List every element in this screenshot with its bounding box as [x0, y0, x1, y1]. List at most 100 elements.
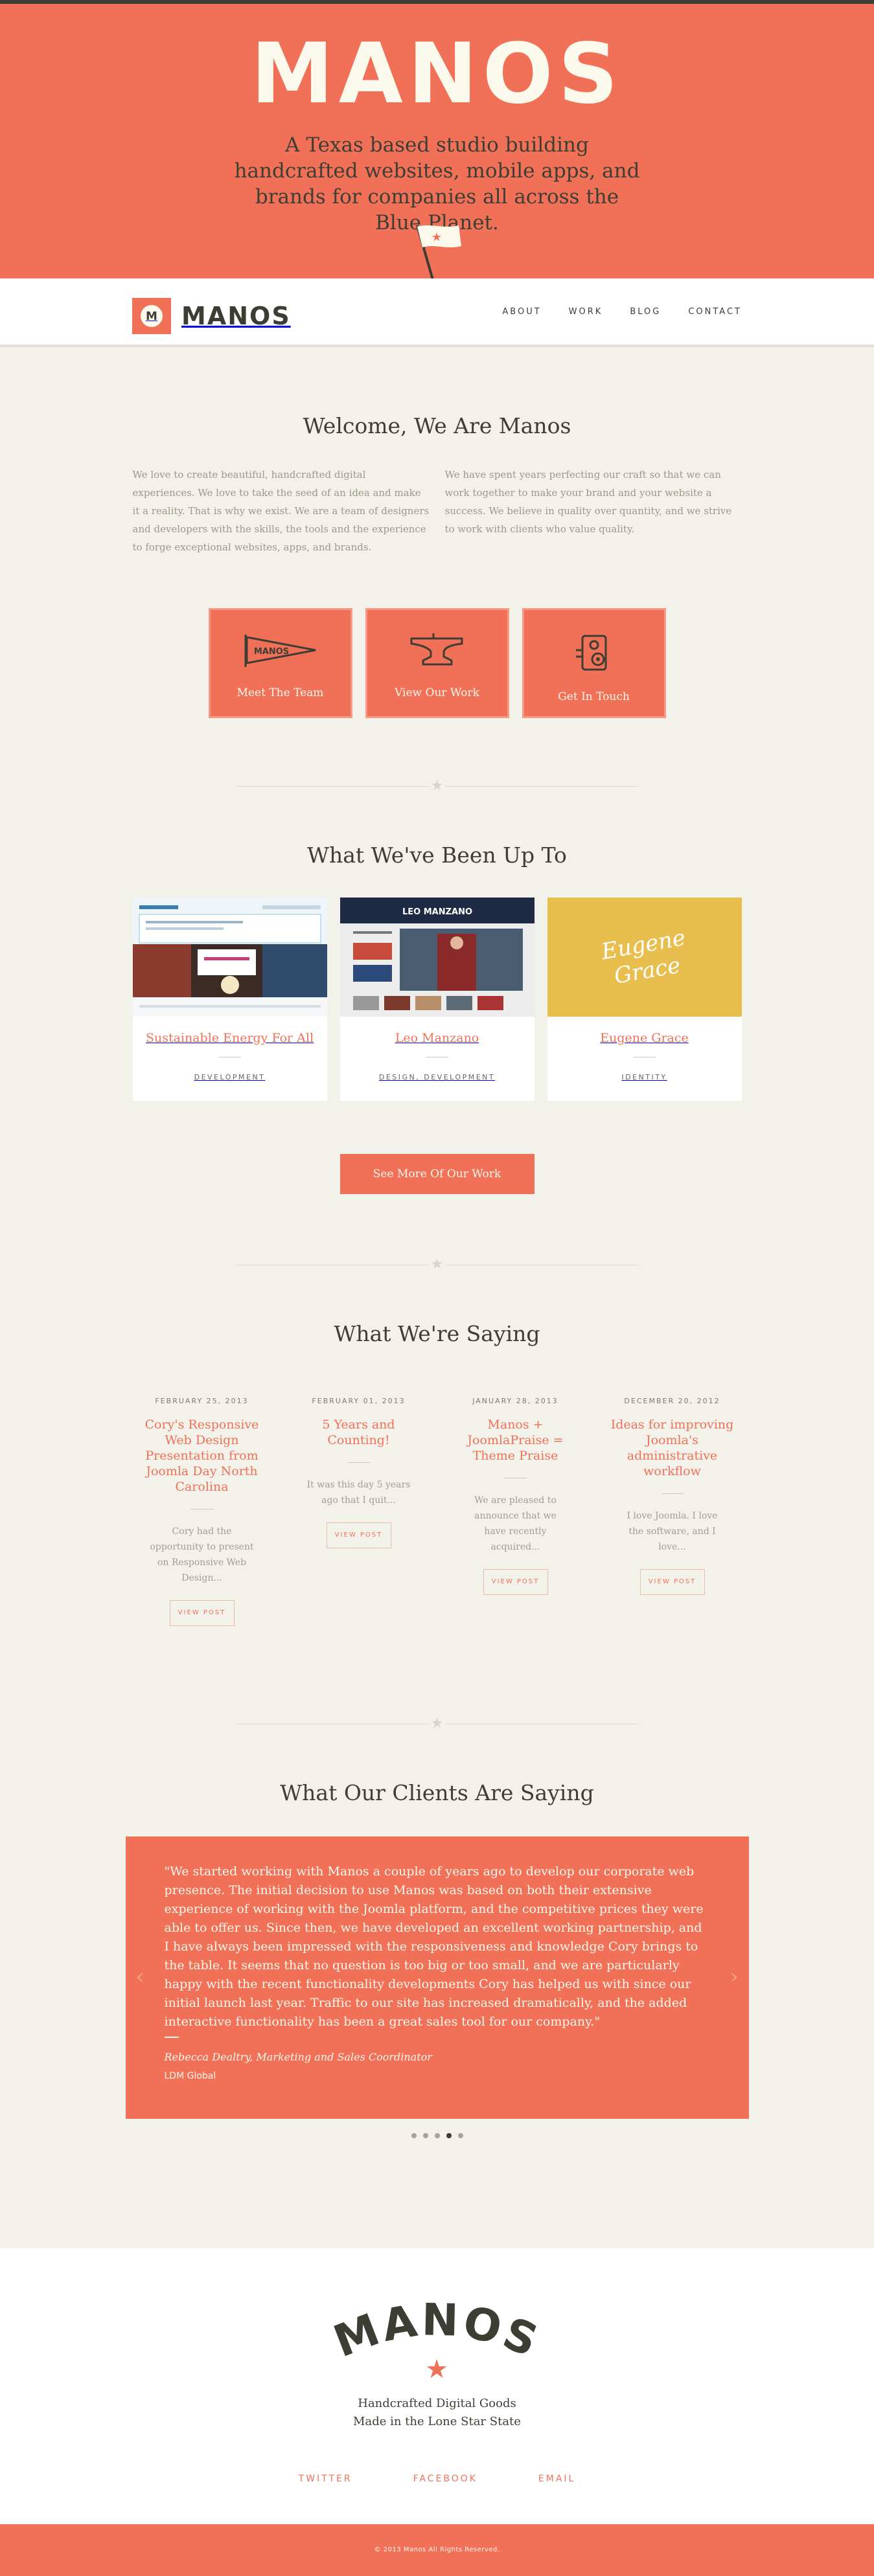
cta-label: View Our Work [395, 686, 479, 699]
star-icon: ★ [425, 2355, 448, 2382]
see-more-work-button[interactable]: See More Of Our Work [339, 1154, 535, 1194]
brand-name: MANOS [181, 302, 291, 330]
work-cards: Sustainable Energy For All DEVELOPMENT L… [0, 898, 874, 1101]
arrow-right-icon[interactable]: › [730, 1966, 739, 1987]
blog-post: FEBRUARY 25, 2013 Cory's Responsive Web … [130, 1397, 274, 1626]
testimonials-title: What Our Clients Are Saying [280, 1780, 594, 1805]
work-card-leo-manzano[interactable]: LEO MANZANO Leo Manzano DESIGN, DEVELOPM… [339, 898, 535, 1101]
testimonials-section: What Our Clients Are Saying ‹ › "We star… [0, 1780, 874, 2138]
divider [347, 1462, 370, 1463]
slider-dot-active[interactable] [446, 2133, 452, 2138]
divider [164, 2037, 179, 2038]
sustainable-energy-thumbnail-icon [132, 898, 327, 1017]
work-card-eugene-grace[interactable]: Eugene Grace Eugene Grace IDENTITY [547, 898, 742, 1101]
work-section: What We've Been Up To Sustainable Energy… [0, 842, 874, 1194]
svg-text:MANOS: MANOS [253, 647, 288, 657]
post-title-link[interactable]: Manos + JoomlaPraise = Theme Praise [444, 1417, 588, 1463]
nav-links: ABOUT WORK BLOG CONTACT [502, 307, 742, 317]
work-card-title: Eugene Grace [600, 1031, 689, 1045]
hero-logo: MANOS [251, 26, 623, 122]
copyright-text: © 2013 Manos All Rights Reserved. [374, 2546, 500, 2553]
welcome-section: Welcome, We Are Manos We love to create … [0, 347, 874, 718]
nav-link-contact[interactable]: CONTACT [688, 307, 742, 317]
svg-text:LEO MANZANO: LEO MANZANO [402, 907, 472, 917]
work-thumbnail: LEO MANZANO [339, 898, 535, 1017]
hero-tagline: A Texas based studio building handcrafte… [234, 133, 640, 234]
slider-dot[interactable] [434, 2133, 440, 2138]
view-work-button[interactable]: View Our Work [365, 608, 509, 718]
work-card-title: Sustainable Energy For All [145, 1031, 314, 1045]
testimonial-company: LDM Global [164, 2071, 216, 2081]
nav-brand-link[interactable]: M MANOS [132, 298, 291, 334]
star-icon: ★ [429, 778, 445, 794]
cta-row: MANOS Meet The Team View Our Work Get In… [0, 608, 874, 718]
copyright-bar: © 2013 Manos All Rights Reserved. [0, 2524, 874, 2576]
brand-mark-letter: M [141, 305, 163, 327]
post-title-link[interactable]: Cory's Responsive Web Design Presentatio… [130, 1417, 274, 1495]
divider [661, 1493, 684, 1494]
brand-mark-icon: M [132, 298, 171, 334]
intro-columns: We love to create beautiful, handcrafted… [133, 466, 742, 556]
get-in-touch-button[interactable]: Get In Touch [522, 608, 666, 718]
footer-tagline-line: Handcrafted Digital Goods [358, 2397, 516, 2410]
blog-post: JANUARY 28, 2013 Manos + JoomlaPraise = … [444, 1397, 588, 1626]
footer-tagline: Handcrafted Digital Goods Made in the Lo… [0, 2395, 874, 2431]
slider-dot[interactable] [457, 2133, 463, 2138]
pennant-icon: MANOS [244, 635, 316, 667]
star-icon: ★ [429, 1716, 445, 1732]
work-card-tags: DEVELOPMENT [194, 1073, 266, 1081]
view-post-button[interactable]: VIEW POST [326, 1522, 391, 1548]
post-excerpt: I love Joomla. I love the software, and … [627, 1511, 718, 1552]
slider-dot[interactable] [411, 2133, 417, 2138]
nav-link-about[interactable]: ABOUT [502, 307, 541, 317]
view-post-button[interactable]: VIEW POST [169, 1600, 235, 1626]
nav-link-blog[interactable]: BLOG [630, 307, 661, 317]
blog-posts: FEBRUARY 25, 2013 Cory's Responsive Web … [0, 1397, 874, 1626]
post-title-link[interactable]: 5 Years and Counting! [287, 1417, 431, 1448]
testimonial-slider: ‹ › "We started working with Manos a cou… [125, 1836, 749, 2119]
anvil-icon [410, 633, 463, 666]
footer: MANOS ★ Handcrafted Digital Goods Made i… [0, 2248, 874, 2524]
svg-text:★: ★ [431, 231, 442, 244]
post-title-link[interactable]: Ideas for improving Joomla's administrat… [601, 1417, 744, 1479]
footer-links: TWITTER FACEBOOK EMAIL [0, 2474, 874, 2484]
post-excerpt: It was this day 5 years ago that I quit.… [306, 1480, 411, 1506]
view-post-button[interactable]: VIEW POST [483, 1569, 548, 1595]
main-nav: M MANOS ABOUT WORK BLOG CONTACT [0, 278, 874, 347]
cta-label: Get In Touch [558, 690, 630, 703]
work-thumbnail [132, 898, 327, 1017]
camera-phone-icon [575, 635, 606, 671]
meet-team-button[interactable]: MANOS Meet The Team [208, 608, 352, 718]
work-card-tags: IDENTITY [621, 1073, 667, 1081]
welcome-title: Welcome, We Are Manos [303, 413, 571, 438]
post-date: DECEMBER 20, 2012 [624, 1397, 720, 1405]
view-post-button[interactable]: VIEW POST [639, 1569, 705, 1595]
star-divider: ★ [236, 1255, 638, 1274]
blog-post: DECEMBER 20, 2012 Ideas for improving Jo… [601, 1397, 744, 1626]
blog-section: What We're Saying FEBRUARY 25, 2013 Cory… [0, 1321, 874, 1626]
work-card-tags: DESIGN, DEVELOPMENT [378, 1073, 496, 1081]
texas-flag-icon: ★ [416, 225, 461, 280]
work-title: What We've Been Up To [307, 842, 567, 868]
slider-dots [0, 2133, 874, 2138]
slider-dot[interactable] [422, 2133, 428, 2138]
footer-logo: MANOS ★ [328, 2298, 544, 2382]
twitter-link[interactable]: TWITTER [299, 2474, 352, 2484]
intro-paragraph: We have spent years perfecting our craft… [444, 469, 732, 535]
facebook-link[interactable]: FACEBOOK [413, 2474, 477, 2484]
work-card-title: Leo Manzano [395, 1031, 479, 1045]
work-thumbnail: Eugene Grace [547, 898, 742, 1017]
nav-link-work[interactable]: WORK [569, 307, 603, 317]
arrow-left-icon[interactable]: ‹ [136, 1966, 144, 1987]
post-excerpt: Cory had the opportunity to present on R… [150, 1526, 254, 1583]
post-date: FEBRUARY 01, 2013 [312, 1397, 406, 1405]
blog-title: What We're Saying [334, 1321, 540, 1346]
star-divider: ★ [236, 776, 638, 796]
cta-label: Meet The Team [236, 686, 324, 699]
work-card-sustainable-energy[interactable]: Sustainable Energy For All DEVELOPMENT [132, 898, 327, 1101]
email-link[interactable]: EMAIL [538, 2474, 575, 2484]
leo-manzano-thumbnail-icon: LEO MANZANO [339, 898, 535, 1017]
hero: MANOS A Texas based studio building hand… [0, 4, 874, 280]
eugene-grace-logo: Eugene Grace [547, 898, 742, 1017]
star-divider: ★ [236, 1714, 638, 1734]
